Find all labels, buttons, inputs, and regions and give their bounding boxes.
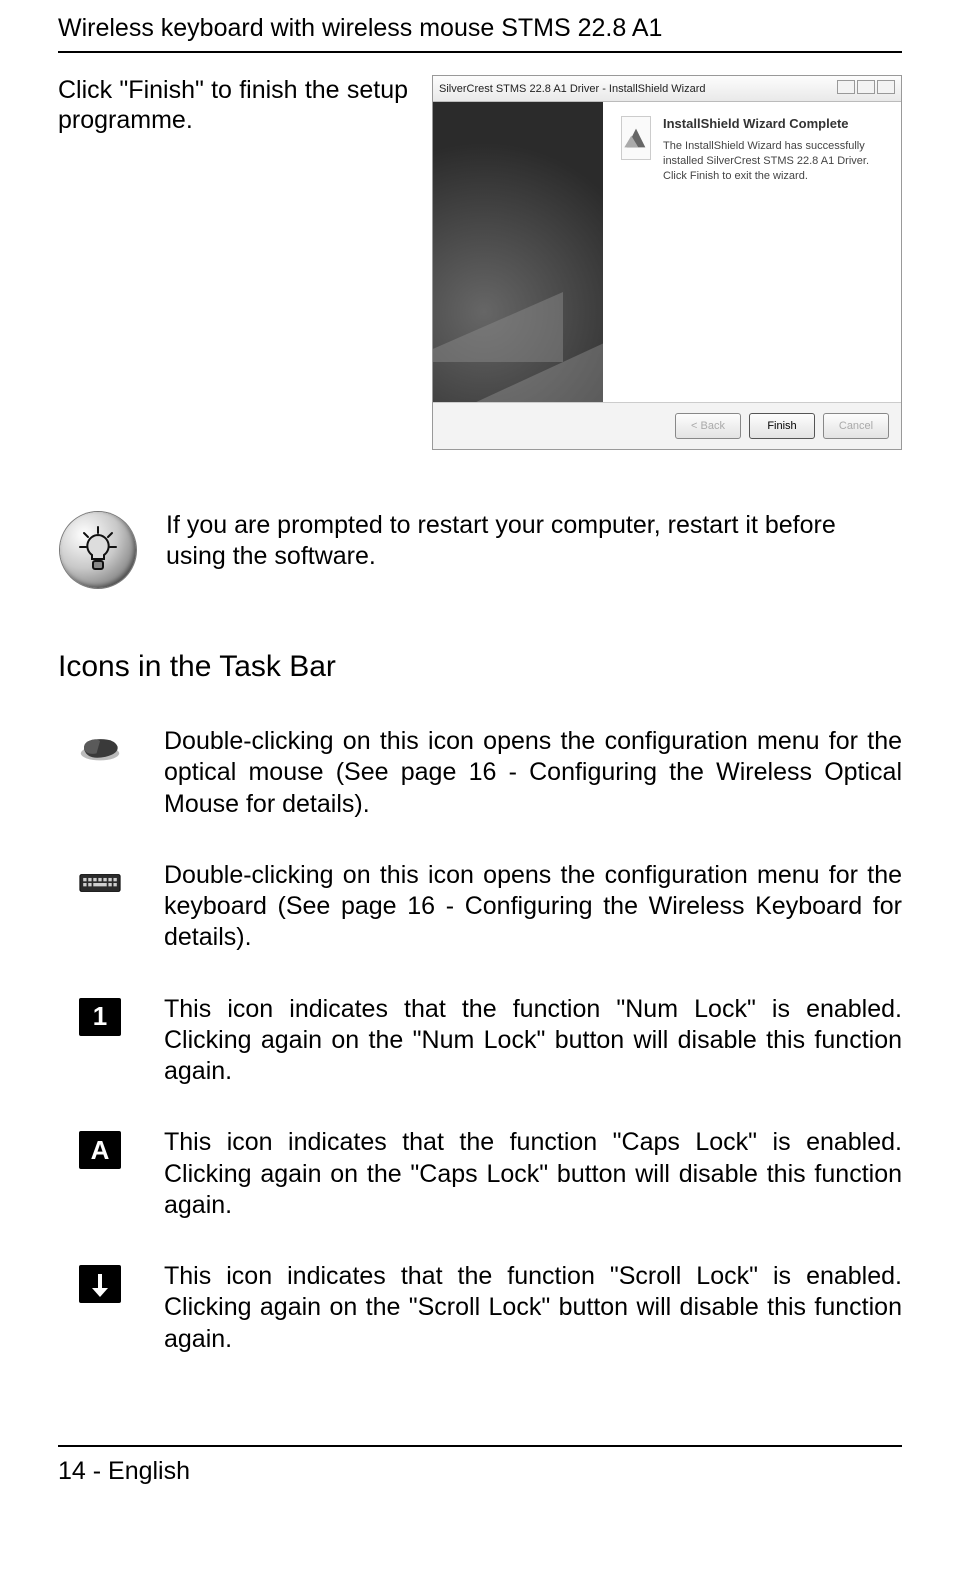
keyboard-icon (79, 864, 121, 902)
taskbar-item-scrolllock: This icon indicates that the function "S… (70, 1261, 902, 1355)
taskbar-item-text: This icon indicates that the function "C… (164, 1127, 902, 1221)
intro-text: Click "Finish" to finish the setup progr… (58, 75, 408, 135)
installshield-screenshot: SilverCrest STMS 22.8 A1 Driver - Instal… (432, 75, 902, 450)
taskbar-item-mouse: Double-clicking on this icon opens the c… (70, 726, 902, 820)
page-number: 14 - English (58, 1457, 902, 1486)
wizard-heading: InstallShield Wizard Complete (663, 116, 883, 131)
manual-page: Wireless keyboard with wireless mouse ST… (0, 0, 960, 1526)
restart-tip-text: If you are prompted to restart your comp… (166, 510, 902, 573)
scrolllock-icon (79, 1265, 121, 1303)
title-divider (58, 51, 902, 53)
taskbar-item-text: Double-clicking on this icon opens the c… (164, 860, 902, 954)
intro-and-wizard-row: Click "Finish" to finish the setup progr… (58, 75, 902, 450)
wizard-window-title: SilverCrest STMS 22.8 A1 Driver - Instal… (439, 83, 706, 95)
section-heading: Icons in the Task Bar (58, 650, 902, 684)
numlock-icon: 1 (79, 998, 121, 1036)
taskbar-item-numlock: 1 This icon indicates that the function … (70, 994, 902, 1088)
taskbar-item-keyboard: Double-clicking on this icon opens the c… (70, 860, 902, 954)
cancel-button[interactable]: Cancel (823, 413, 889, 439)
maximize-icon (857, 80, 875, 94)
mouse-icon (79, 730, 121, 768)
document-title: Wireless keyboard with wireless mouse ST… (58, 0, 902, 51)
finish-button[interactable]: Finish (749, 413, 815, 439)
footer-divider (58, 1445, 902, 1447)
page-footer: 14 - English (58, 1445, 902, 1486)
lightbulb-icon (58, 510, 138, 590)
capslock-icon: A (79, 1131, 121, 1169)
minimize-icon (837, 80, 855, 94)
taskbar-item-text: Double-clicking on this icon opens the c… (164, 726, 902, 820)
wizard-product-icon (621, 116, 651, 160)
taskbar-item-text: This icon indicates that the function "S… (164, 1261, 902, 1355)
wizard-button-row: < Back Finish Cancel (433, 402, 901, 449)
taskbar-item-capslock: A This icon indicates that the function … (70, 1127, 902, 1221)
wizard-window: SilverCrest STMS 22.8 A1 Driver - Instal… (432, 75, 902, 450)
wizard-main: InstallShield Wizard Complete The Instal… (603, 102, 901, 402)
wizard-body-text: The InstallShield Wizard has successfull… (663, 139, 883, 184)
close-icon (877, 80, 895, 94)
wizard-side-graphic (433, 102, 603, 402)
window-controls (835, 80, 895, 97)
taskbar-icon-list: Double-clicking on this icon opens the c… (58, 726, 902, 1355)
wizard-titlebar: SilverCrest STMS 22.8 A1 Driver - Instal… (433, 76, 901, 102)
taskbar-item-text: This icon indicates that the function "N… (164, 994, 902, 1088)
back-button[interactable]: < Back (675, 413, 741, 439)
restart-tip: If you are prompted to restart your comp… (58, 510, 902, 590)
